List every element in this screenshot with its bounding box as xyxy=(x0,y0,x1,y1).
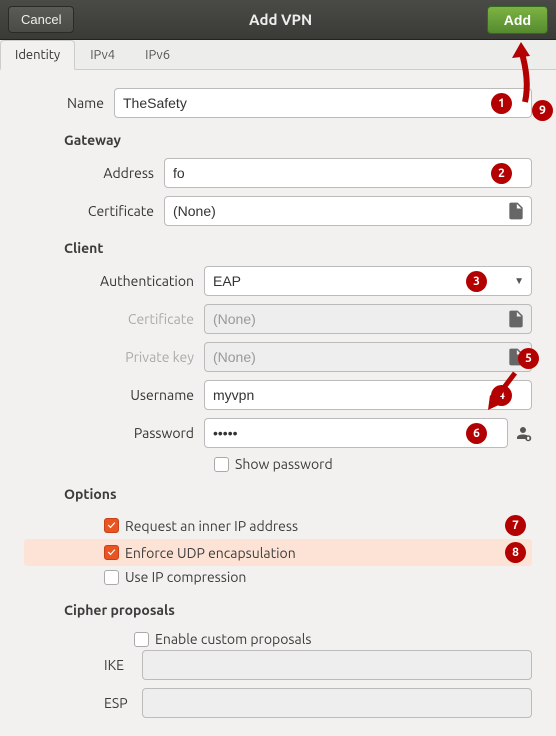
tab-ipv4[interactable]: IPv4 xyxy=(75,40,130,69)
tab-ipv6[interactable]: IPv6 xyxy=(130,40,185,69)
ike-label: IKE xyxy=(104,657,132,673)
ike-input[interactable] xyxy=(142,650,532,680)
esp-label: ESP xyxy=(104,695,132,711)
compress-checkbox[interactable] xyxy=(104,570,119,585)
options-section-title: Options xyxy=(64,486,532,502)
gateway-cert-picker[interactable]: (None) xyxy=(164,196,532,226)
annotation-badge: 9 xyxy=(532,100,553,121)
esp-input[interactable] xyxy=(142,688,532,718)
password-label: Password xyxy=(24,425,194,441)
show-password-label: Show password xyxy=(235,456,333,472)
name-label: Name xyxy=(24,95,104,111)
tabs: Identity IPv4 IPv6 xyxy=(0,40,556,70)
annotation-badge: 1 xyxy=(491,93,512,114)
enable-proposals-label: Enable custom proposals xyxy=(155,631,311,647)
udp-checkbox[interactable]: ✓ xyxy=(104,545,119,560)
annotation-badge: 4 xyxy=(491,385,512,406)
client-section-title: Client xyxy=(64,240,532,256)
annotation-badge: 7 xyxy=(505,515,526,536)
udp-label: Enforce UDP encapsulation xyxy=(125,545,499,561)
client-cert-picker: (None) xyxy=(204,304,532,334)
gateway-section-title: Gateway xyxy=(64,132,532,148)
password-store-icon[interactable] xyxy=(514,424,532,442)
content: Name 1 Gateway Address 2 Certificate (No… xyxy=(0,70,556,736)
inner-ip-checkbox[interactable]: ✓ xyxy=(104,518,119,533)
add-button[interactable]: Add xyxy=(487,6,548,34)
show-password-checkbox[interactable] xyxy=(214,457,229,472)
enable-proposals-checkbox[interactable] xyxy=(134,632,149,647)
gateway-cert-label: Certificate xyxy=(24,203,154,219)
annotation-badge: 2 xyxy=(491,163,512,184)
annotation-badge: 6 xyxy=(466,423,487,444)
name-input[interactable] xyxy=(114,88,532,118)
compress-label: Use IP compression xyxy=(125,569,246,585)
cipher-section-title: Cipher proposals xyxy=(64,602,532,618)
dialog-header: Cancel Add VPN Add xyxy=(0,0,556,40)
private-key-picker: (None) xyxy=(204,342,532,372)
tab-identity[interactable]: Identity xyxy=(0,40,75,70)
inner-ip-label: Request an inner IP address xyxy=(125,518,499,534)
username-label: Username xyxy=(24,387,194,403)
private-key-label: Private key xyxy=(24,349,194,365)
auth-label: Authentication xyxy=(24,273,194,289)
annotation-badge: 5 xyxy=(518,348,539,369)
password-input[interactable] xyxy=(204,418,508,448)
cancel-button[interactable]: Cancel xyxy=(8,6,74,33)
dialog-title: Add VPN xyxy=(74,11,486,28)
address-input[interactable] xyxy=(164,158,532,188)
address-label: Address xyxy=(24,165,154,181)
annotation-badge: 8 xyxy=(505,542,526,563)
username-input[interactable] xyxy=(204,380,532,410)
annotation-badge: 3 xyxy=(466,271,487,292)
client-cert-label: Certificate xyxy=(24,311,194,327)
